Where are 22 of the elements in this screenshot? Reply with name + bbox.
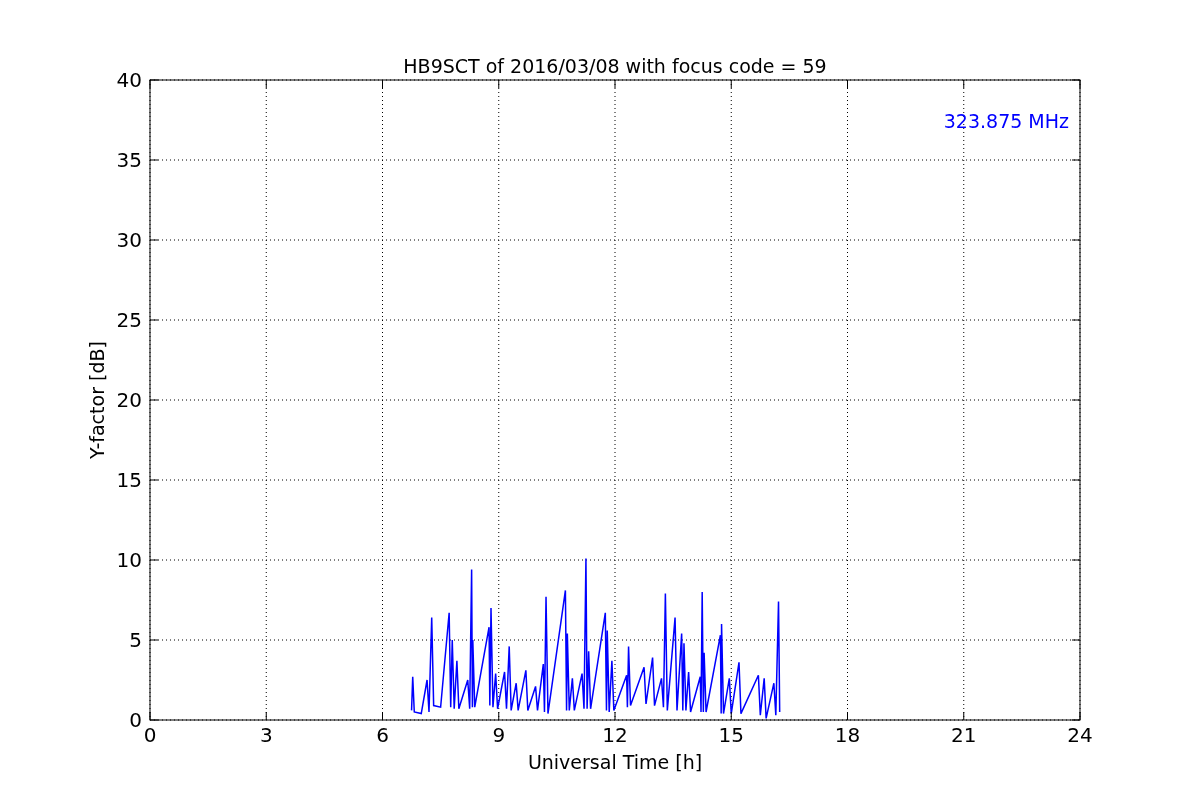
x-axis-label: Universal Time [h] [527, 751, 703, 773]
x-tick-label: 24 [1067, 723, 1093, 747]
x-tick-label: 9 [492, 723, 506, 747]
y-tick-label: 5 [129, 628, 142, 652]
x-tick-label: 0 [143, 723, 157, 747]
y-tick-label: 30 [116, 228, 142, 252]
y-tick-label: 40 [116, 68, 142, 92]
y-tick-label: 15 [116, 468, 142, 492]
y-tick-label: 10 [116, 548, 142, 572]
series-label: 323.875 MHz [943, 110, 1069, 132]
chart-title: HB9SCT of 2016/03/08 with focus code = 59 [403, 55, 827, 77]
x-tick-label: 15 [718, 723, 744, 747]
x-tick-label: 3 [259, 723, 273, 747]
x-tick-label: 18 [834, 723, 861, 747]
x-tick-label: 21 [951, 723, 977, 747]
y-tick-label: 0 [129, 708, 142, 732]
x-tick-label: 12 [602, 723, 628, 747]
y-axis-label: Y-factor [dB] [86, 341, 108, 459]
y-tick-label: 35 [116, 148, 142, 172]
x-tick-label: 6 [376, 723, 389, 747]
y-tick-label: 25 [116, 308, 142, 332]
y-tick-label: 20 [116, 388, 142, 412]
